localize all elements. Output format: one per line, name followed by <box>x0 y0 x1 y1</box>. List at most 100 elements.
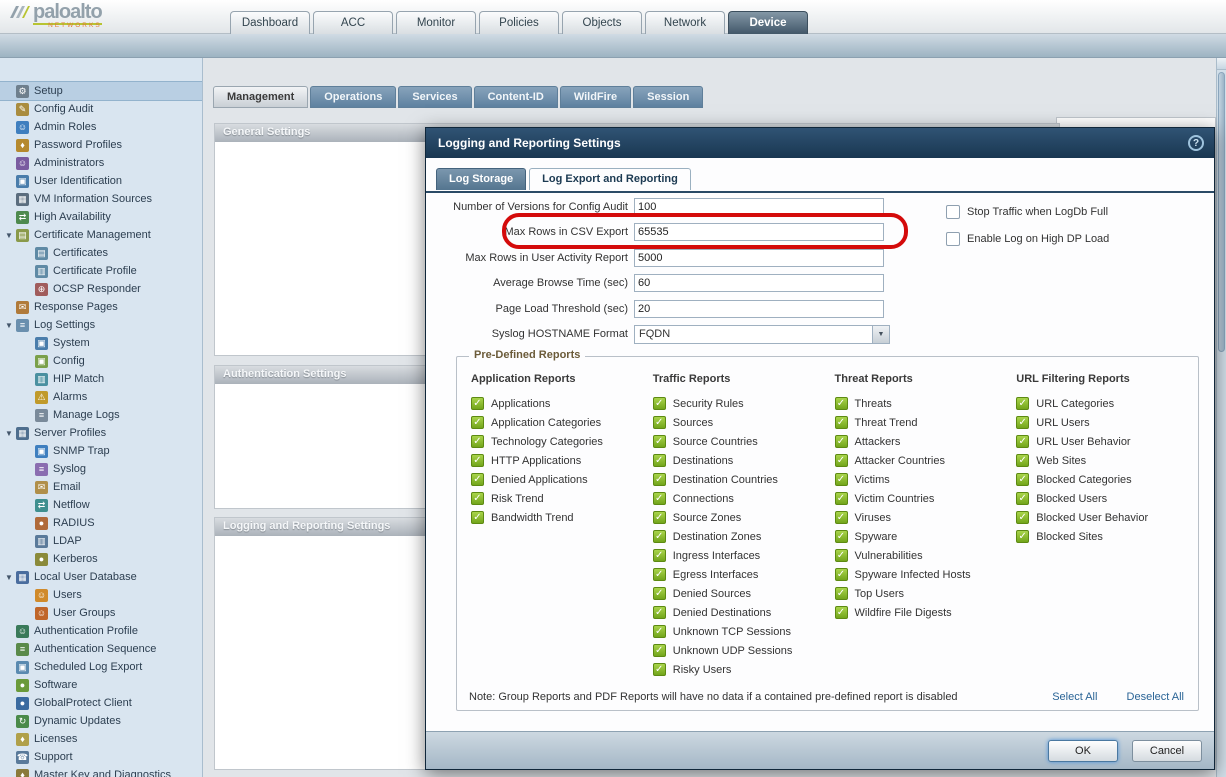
checkbox-checked-icon[interactable]: ✓ <box>653 644 666 657</box>
sidebar-item-scheduled-log-export[interactable]: ▣Scheduled Log Export <box>0 658 202 676</box>
report-item-risk-trend[interactable]: ✓Risk Trend <box>471 489 653 508</box>
sidebar-item-admin-roles[interactable]: ☺Admin Roles <box>0 118 202 136</box>
checkbox-checked-icon[interactable]: ✓ <box>653 435 666 448</box>
checkbox-checked-icon[interactable]: ✓ <box>1016 435 1029 448</box>
checkbox-checked-icon[interactable]: ✓ <box>471 435 484 448</box>
sidebar-item-hip-match[interactable]: ▥HIP Match <box>0 370 202 388</box>
sidebar-item-radius[interactable]: ●RADIUS <box>0 514 202 532</box>
checkbox-checked-icon[interactable]: ✓ <box>835 416 848 429</box>
report-item-denied-destinations[interactable]: ✓Denied Destinations <box>653 603 835 622</box>
checkbox-checked-icon[interactable]: ✓ <box>835 492 848 505</box>
ok-button[interactable]: OK <box>1048 740 1118 762</box>
subtab-management[interactable]: Management <box>213 86 308 108</box>
sidebar-item-log-settings[interactable]: ▼≡Log Settings <box>0 316 202 334</box>
sidebar-item-syslog[interactable]: ≡Syslog <box>0 460 202 478</box>
report-item-destinations[interactable]: ✓Destinations <box>653 451 835 470</box>
checkbox-checked-icon[interactable]: ✓ <box>835 530 848 543</box>
checkbox-checked-icon[interactable]: ✓ <box>653 397 666 410</box>
report-item-viruses[interactable]: ✓Viruses <box>835 508 1017 527</box>
nav-tab-monitor[interactable]: Monitor <box>396 11 476 34</box>
checkbox-checked-icon[interactable]: ✓ <box>653 568 666 581</box>
report-item-url-categories[interactable]: ✓URL Categories <box>1016 394 1198 413</box>
sidebar-item-authentication-sequence[interactable]: ≡Authentication Sequence <box>0 640 202 658</box>
report-item-destination-countries[interactable]: ✓Destination Countries <box>653 470 835 489</box>
sidebar-item-vm-information-sources[interactable]: ▦VM Information Sources <box>0 190 202 208</box>
nav-tab-acc[interactable]: ACC <box>313 11 393 34</box>
checkbox-checked-icon[interactable]: ✓ <box>1016 473 1029 486</box>
report-item-bandwidth-trend[interactable]: ✓Bandwidth Trend <box>471 508 653 527</box>
checkbox-checked-icon[interactable]: ✓ <box>835 587 848 600</box>
nav-tab-policies[interactable]: Policies <box>479 11 559 34</box>
report-item-top-users[interactable]: ✓Top Users <box>835 584 1017 603</box>
number-of-versions-for-config-audit-input[interactable] <box>634 198 884 216</box>
report-item-threats[interactable]: ✓Threats <box>835 394 1017 413</box>
sidebar-item-administrators[interactable]: ☺Administrators <box>0 154 202 172</box>
checkbox-checked-icon[interactable]: ✓ <box>835 473 848 486</box>
checkbox-checked-icon[interactable]: ✓ <box>653 587 666 600</box>
sidebar-item-user-groups[interactable]: ☺User Groups <box>0 604 202 622</box>
sidebar-item-certificates[interactable]: ▤Certificates <box>0 244 202 262</box>
checkbox-checked-icon[interactable]: ✓ <box>653 454 666 467</box>
checkbox-checked-icon[interactable]: ✓ <box>1016 397 1029 410</box>
checkbox-checked-icon[interactable]: ✓ <box>835 435 848 448</box>
sidebar-item-config-audit[interactable]: ✎Config Audit <box>0 100 202 118</box>
checkbox-checked-icon[interactable]: ✓ <box>653 663 666 676</box>
max-rows-in-csv-export-input[interactable] <box>634 223 884 241</box>
option-enable-log-on-high-dp-load[interactable]: Enable Log on High DP Load <box>946 225 1109 252</box>
checkbox-checked-icon[interactable]: ✓ <box>653 416 666 429</box>
checkbox-checked-icon[interactable]: ✓ <box>471 473 484 486</box>
help-icon[interactable]: ? <box>1188 135 1204 151</box>
report-item-blocked-sites[interactable]: ✓Blocked Sites <box>1016 527 1198 546</box>
report-item-denied-applications[interactable]: ✓Denied Applications <box>471 470 653 489</box>
checkbox-checked-icon[interactable]: ✓ <box>653 606 666 619</box>
select-all-link[interactable]: Select All <box>1052 691 1097 703</box>
report-item-url-users[interactable]: ✓URL Users <box>1016 413 1198 432</box>
dialog-tab-log-export-and-reporting[interactable]: Log Export and Reporting <box>529 168 691 190</box>
report-item-vulnerabilities[interactable]: ✓Vulnerabilities <box>835 546 1017 565</box>
report-item-attacker-countries[interactable]: ✓Attacker Countries <box>835 451 1017 470</box>
report-item-ingress-interfaces[interactable]: ✓Ingress Interfaces <box>653 546 835 565</box>
sidebar-item-high-availability[interactable]: ⇄High Availability <box>0 208 202 226</box>
sidebar-item-manage-logs[interactable]: ≡Manage Logs <box>0 406 202 424</box>
cancel-button[interactable]: Cancel <box>1132 740 1202 762</box>
sidebar-item-authentication-profile[interactable]: ☺Authentication Profile <box>0 622 202 640</box>
report-item-http-applications[interactable]: ✓HTTP Applications <box>471 451 653 470</box>
average-browse-time-sec-input[interactable] <box>634 274 884 292</box>
sidebar-item-kerberos[interactable]: ●Kerberos <box>0 550 202 568</box>
dialog-tab-log-storage[interactable]: Log Storage <box>436 168 526 190</box>
report-item-application-categories[interactable]: ✓Application Categories <box>471 413 653 432</box>
report-item-spyware-infected-hosts[interactable]: ✓Spyware Infected Hosts <box>835 565 1017 584</box>
checkbox-checked-icon[interactable]: ✓ <box>653 473 666 486</box>
report-item-unknown-udp-sessions[interactable]: ✓Unknown UDP Sessions <box>653 641 835 660</box>
sidebar-item-ldap[interactable]: ▥LDAP <box>0 532 202 550</box>
sidebar-item-support[interactable]: ☎Support <box>0 748 202 766</box>
checkbox-checked-icon[interactable]: ✓ <box>653 530 666 543</box>
subtab-operations[interactable]: Operations <box>310 86 396 108</box>
checkbox-checked-icon[interactable]: ✓ <box>835 511 848 524</box>
checkbox-checked-icon[interactable]: ✓ <box>835 549 848 562</box>
sidebar-item-config[interactable]: ▣Config <box>0 352 202 370</box>
report-item-threat-trend[interactable]: ✓Threat Trend <box>835 413 1017 432</box>
report-item-victim-countries[interactable]: ✓Victim Countries <box>835 489 1017 508</box>
sidebar-item-software[interactable]: ●Software <box>0 676 202 694</box>
checkbox-checked-icon[interactable]: ✓ <box>1016 530 1029 543</box>
sidebar-item-globalprotect-client[interactable]: ●GlobalProtect Client <box>0 694 202 712</box>
report-item-victims[interactable]: ✓Victims <box>835 470 1017 489</box>
report-item-denied-sources[interactable]: ✓Denied Sources <box>653 584 835 603</box>
deselect-all-link[interactable]: Deselect All <box>1127 691 1184 703</box>
syslog-hostname-format-select[interactable]: FQDN▼ <box>634 325 890 344</box>
checkbox-checked-icon[interactable]: ✓ <box>1016 454 1029 467</box>
checkbox-checked-icon[interactable]: ✓ <box>653 625 666 638</box>
sidebar-item-dynamic-updates[interactable]: ↻Dynamic Updates <box>0 712 202 730</box>
nav-tab-dashboard[interactable]: Dashboard <box>230 11 310 34</box>
report-item-destination-zones[interactable]: ✓Destination Zones <box>653 527 835 546</box>
checkbox-checked-icon[interactable]: ✓ <box>471 454 484 467</box>
checkbox-checked-icon[interactable]: ✓ <box>471 397 484 410</box>
checkbox-checked-icon[interactable]: ✓ <box>835 397 848 410</box>
report-item-wildfire-file-digests[interactable]: ✓Wildfire File Digests <box>835 603 1017 622</box>
report-item-spyware[interactable]: ✓Spyware <box>835 527 1017 546</box>
dropdown-arrow-icon[interactable]: ▼ <box>872 326 889 343</box>
report-item-blocked-user-behavior[interactable]: ✓Blocked User Behavior <box>1016 508 1198 527</box>
subtab-session[interactable]: Session <box>633 86 703 108</box>
checkbox-checked-icon[interactable]: ✓ <box>471 492 484 505</box>
